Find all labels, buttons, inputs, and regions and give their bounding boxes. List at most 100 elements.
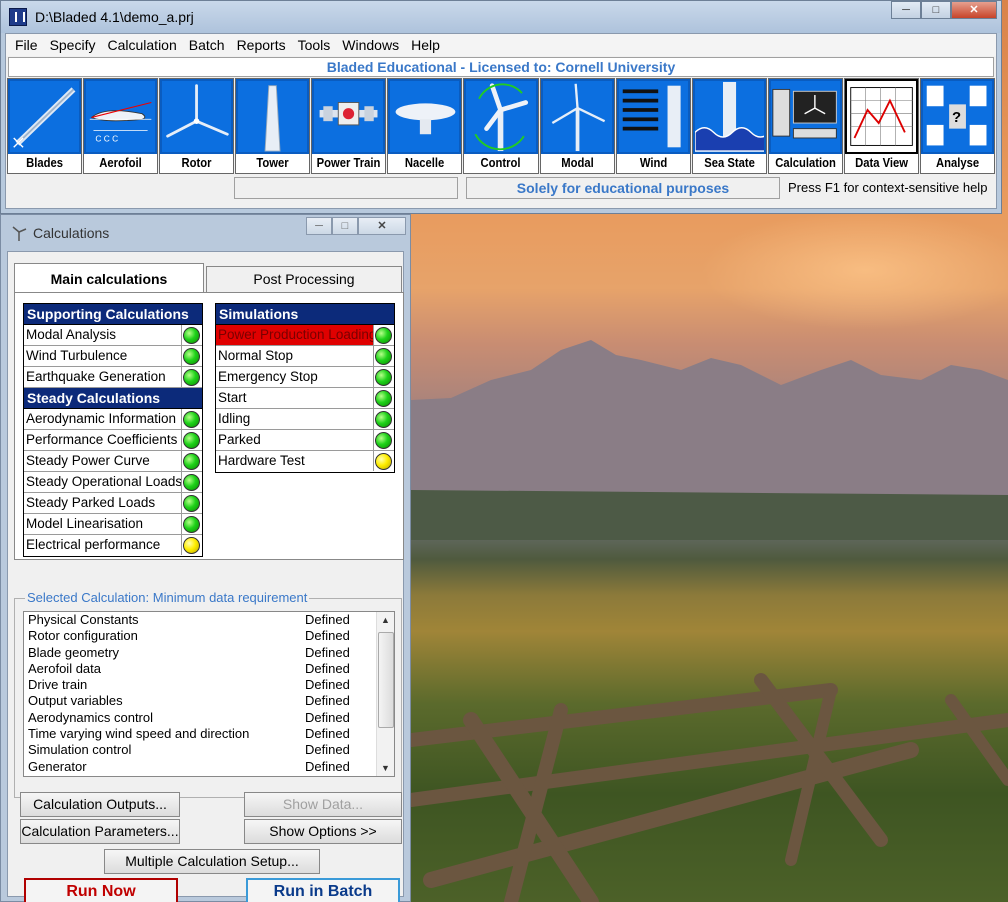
- list-item-idling[interactable]: Idling: [216, 409, 394, 430]
- show-options-button[interactable]: Show Options >>: [244, 819, 402, 844]
- power-train-icon: [312, 79, 386, 154]
- status-green-icon: [183, 474, 200, 491]
- list-item-wind-turbulence[interactable]: Wind Turbulence: [24, 346, 202, 367]
- toolbar-control-button[interactable]: Control: [463, 78, 539, 174]
- minimize-button[interactable]: ─: [891, 1, 921, 19]
- list-item: Blade geometry Defined: [28, 644, 350, 660]
- list-item: Rotor configuration Defined: [28, 628, 350, 644]
- calc-client-area: Main calculations Post Processing Suppor…: [7, 251, 404, 902]
- control-icon: [464, 79, 538, 154]
- list-item-performance-coefficients[interactable]: Performance Coefficients: [24, 430, 202, 451]
- toolbar-power-train-button[interactable]: Power Train: [311, 78, 387, 174]
- toolbar-label: Data View: [854, 156, 908, 170]
- run-now-button[interactable]: Run Now: [24, 878, 178, 902]
- main-calculations-panel: Supporting Calculations Modal Analysis W…: [14, 292, 404, 560]
- calculation-icon: [768, 79, 842, 154]
- sunset-glow: [700, 210, 1008, 330]
- list-item: Drive train Defined: [28, 677, 350, 693]
- list-item: Physical Constants Defined: [28, 612, 350, 627]
- list-item: Generator Defined: [28, 758, 350, 774]
- status-green-icon: [183, 369, 200, 386]
- status-green-icon: [183, 453, 200, 470]
- list-item-hardware-test[interactable]: Hardware Test: [216, 451, 394, 472]
- scroll-up-icon[interactable]: ▲: [377, 612, 394, 628]
- list-item-emergency-stop[interactable]: Emergency Stop: [216, 367, 394, 388]
- status-green-icon: [375, 432, 392, 449]
- menu-reports[interactable]: Reports: [231, 37, 292, 53]
- list-item-power-production-loading[interactable]: Power Production Loading: [216, 325, 394, 346]
- close-button[interactable]: ✕: [951, 1, 997, 19]
- list-item-electrical-performance[interactable]: Electrical performance: [24, 535, 202, 556]
- tab-post-processing[interactable]: Post Processing: [206, 266, 402, 292]
- requirements-scrollbar[interactable]: ▲ ▼: [376, 612, 394, 776]
- menu-bar: File Specify Calculation Batch Reports T…: [6, 34, 996, 56]
- menu-batch[interactable]: Batch: [183, 37, 231, 53]
- toolbar-label: Rotor: [181, 156, 212, 170]
- toolbar-rotor-button[interactable]: Rotor: [159, 78, 235, 174]
- toolbar-nacelle-button[interactable]: Nacelle: [387, 78, 463, 174]
- calc-window-title: Calculations: [33, 225, 110, 241]
- menu-help[interactable]: Help: [405, 37, 446, 53]
- simulations-header: Simulations: [216, 304, 394, 325]
- toolbar-calculation-button[interactable]: Calculation: [767, 78, 843, 174]
- bladed-main-window: D:\Bladed 4.1\demo_a.prj ─ □ ✕ File Spec…: [0, 0, 1002, 214]
- main-title-bar[interactable]: D:\Bladed 4.1\demo_a.prj: [1, 1, 1001, 33]
- list-item-aerodynamic-information[interactable]: Aerodynamic Information: [24, 409, 202, 430]
- run-in-batch-button[interactable]: Run in Batch: [246, 878, 400, 902]
- list-item-steady-operational-loads[interactable]: Steady Operational Loads: [24, 472, 202, 493]
- requirements-list[interactable]: Physical Constants Defined Rotor configur…: [23, 611, 395, 777]
- list-item-start[interactable]: Start: [216, 388, 394, 409]
- status-green-icon: [375, 327, 392, 344]
- toolbar-wind-button[interactable]: Wind: [615, 78, 691, 174]
- rotor-icon: [160, 79, 234, 154]
- scroll-thumb[interactable]: [378, 632, 394, 728]
- menu-tools[interactable]: Tools: [292, 37, 337, 53]
- svg-text:C C C: C C C: [95, 134, 118, 144]
- menu-calculation[interactable]: Calculation: [101, 37, 182, 53]
- toolbar-sea-state-button[interactable]: Sea State: [691, 78, 767, 174]
- toolbar-label: Modal: [560, 156, 594, 170]
- maximize-button[interactable]: □: [921, 1, 951, 19]
- menu-file[interactable]: File: [9, 37, 44, 53]
- status-green-icon: [183, 411, 200, 428]
- calculation-parameters-button[interactable]: Calculation Parameters...: [20, 819, 180, 844]
- status-pane-empty: [234, 177, 458, 199]
- window-controls: ─ □ ✕: [891, 1, 997, 19]
- toolbar-tower-button[interactable]: Tower: [235, 78, 311, 174]
- list-item-steady-power-curve[interactable]: Steady Power Curve: [24, 451, 202, 472]
- multiple-calculation-setup-button[interactable]: Multiple Calculation Setup...: [104, 849, 320, 874]
- calculation-outputs-button[interactable]: Calculation Outputs...: [20, 792, 180, 817]
- scroll-down-icon[interactable]: ▼: [377, 760, 394, 776]
- toolbar-label: Nacelle: [405, 156, 445, 170]
- license-banner: Bladed Educational - Licensed to: Cornel…: [8, 57, 994, 77]
- status-green-icon: [183, 432, 200, 449]
- toolbar-data-view-button[interactable]: Data View: [843, 78, 919, 174]
- toolbar-label: Calculation: [774, 156, 836, 170]
- calc-maximize-button[interactable]: □: [332, 217, 358, 235]
- show-data-button[interactable]: Show Data...: [244, 792, 402, 817]
- toolbar-label: Aerofoil: [99, 156, 142, 170]
- calc-close-button[interactable]: ✕: [358, 217, 406, 235]
- tab-main-calculations[interactable]: Main calculations: [14, 263, 204, 293]
- menu-windows[interactable]: Windows: [336, 37, 405, 53]
- list-item-model-linearisation[interactable]: Model Linearisation: [24, 514, 202, 535]
- list-item-steady-parked-loads[interactable]: Steady Parked Loads: [24, 493, 202, 514]
- toolbar-analyse-button[interactable]: ? Analyse: [919, 78, 996, 174]
- toolbar-aerofoil-button[interactable]: C C C Aerofoil: [83, 78, 159, 174]
- nacelle-icon: [388, 79, 462, 154]
- svg-text:?: ?: [952, 109, 961, 126]
- turbine-icon: [11, 225, 27, 241]
- bladed-app-icon[interactable]: [9, 8, 27, 26]
- menu-specify[interactable]: Specify: [44, 37, 102, 53]
- list-item-parked[interactable]: Parked: [216, 430, 394, 451]
- list-item-normal-stop[interactable]: Normal Stop: [216, 346, 394, 367]
- calc-minimize-button[interactable]: ─: [306, 217, 332, 235]
- list-item-modal-analysis[interactable]: Modal Analysis: [24, 325, 202, 346]
- status-green-icon: [375, 369, 392, 386]
- toolbar-modal-button[interactable]: Modal: [539, 78, 615, 174]
- list-item-earthquake-generation[interactable]: Earthquake Generation: [24, 367, 202, 388]
- list-item: Time varying wind speed and direction Def…: [28, 726, 350, 742]
- toolbar-blades-button[interactable]: Blades: [7, 78, 83, 174]
- main-client-area: File Specify Calculation Batch Reports T…: [5, 33, 997, 209]
- modal-icon: [540, 79, 614, 154]
